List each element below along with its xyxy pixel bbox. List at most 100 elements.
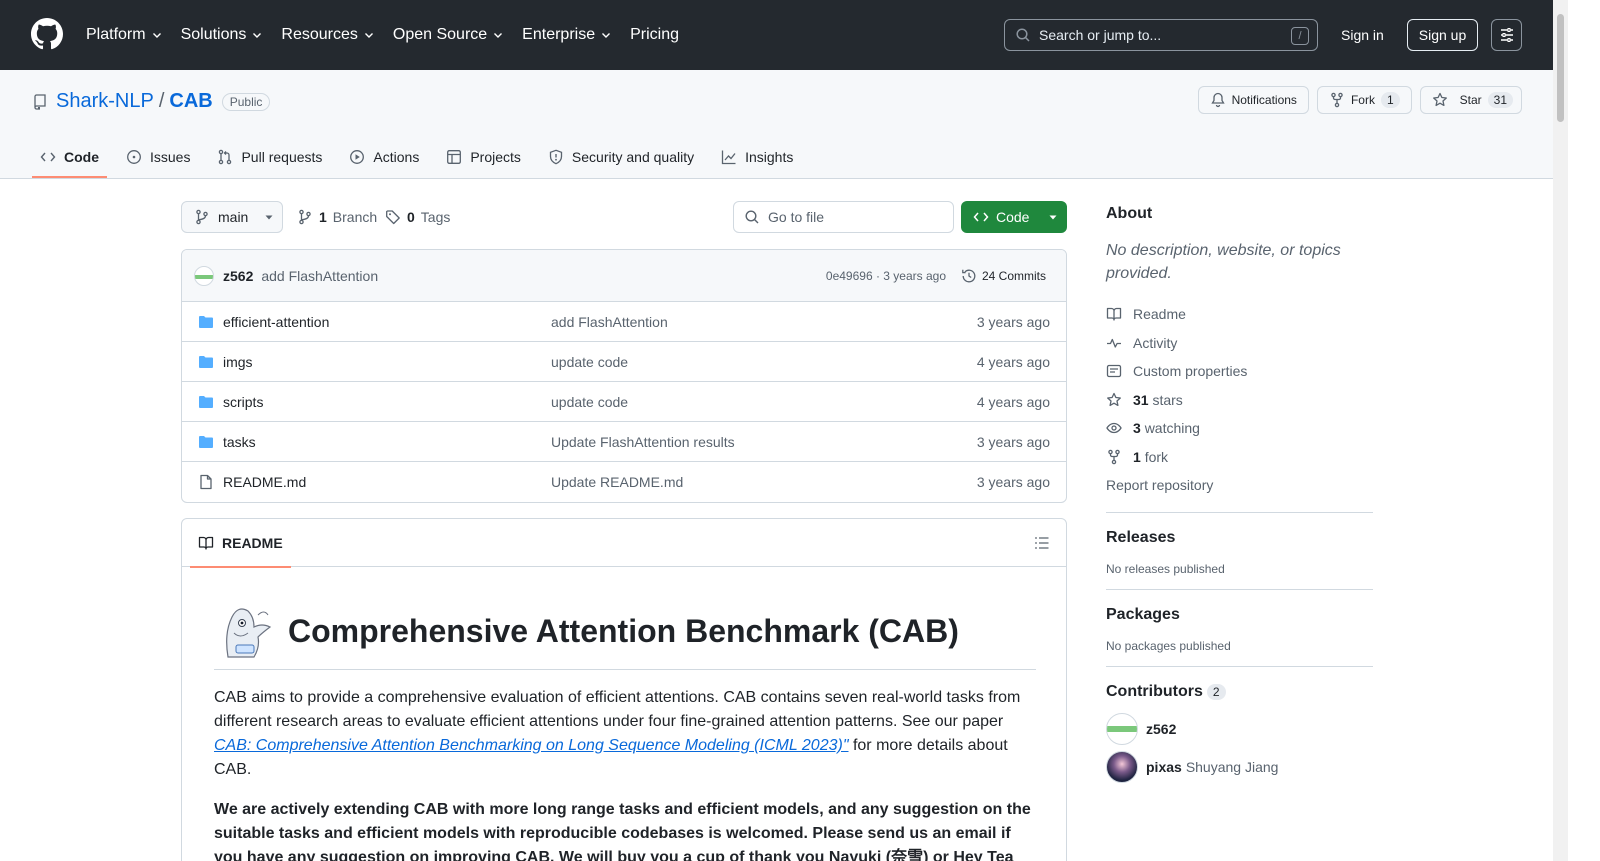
sign-up-button[interactable]: Sign up (1407, 19, 1478, 51)
note-icon (1106, 365, 1122, 378)
tab-pull-requests[interactable]: Pull requests (209, 136, 330, 178)
file-row[interactable]: scripts update code 4 years ago (182, 382, 1066, 422)
contributor-login[interactable]: z562 (1146, 721, 1176, 737)
go-to-file-input[interactable]: Go to file (733, 201, 954, 233)
history-icon (962, 269, 976, 282)
repo-path-separator: / (158, 90, 165, 112)
star-button[interactable]: Star 31 (1419, 86, 1522, 114)
file-name-link[interactable]: tasks (223, 434, 256, 450)
file-commit-message[interactable]: Update README.md (551, 474, 683, 490)
commit-hash-time[interactable]: 0e49696 · 3 years ago (826, 269, 946, 283)
avatar[interactable] (194, 265, 214, 286)
book-icon (1106, 308, 1122, 321)
avatar[interactable] (1106, 713, 1138, 745)
file-name-link[interactable]: scripts (223, 394, 263, 410)
branches-link[interactable]: 1 Branch (297, 201, 377, 233)
nav-platform[interactable]: Platform (86, 26, 163, 44)
divider (1106, 666, 1373, 667)
code-icon (973, 212, 989, 222)
contributor-item[interactable]: z562 (1106, 713, 1373, 745)
sidebar-item-custom-properties[interactable]: Custom properties (1106, 357, 1373, 386)
paper-link[interactable]: CAB: Comprehensive Attention Benchmarkin… (214, 737, 849, 754)
notifications-label: Notifications (1231, 93, 1297, 107)
commits-count-label: 24 Commits (981, 268, 1046, 283)
contributor-login[interactable]: pixas (1146, 759, 1182, 775)
nav-pricing[interactable]: Pricing (630, 26, 679, 44)
file-age: 4 years ago (976, 353, 1050, 370)
file-commit-message[interactable]: add FlashAttention (551, 314, 668, 330)
file-age: 4 years ago (976, 393, 1050, 410)
file-commit-message[interactable]: update code (551, 394, 628, 410)
commits-link[interactable]: 24 Commits (961, 268, 1046, 284)
file-row[interactable]: README.md Update README.md 3 years ago (182, 462, 1066, 502)
folder-icon (199, 435, 213, 448)
avatar[interactable] (1106, 751, 1138, 783)
file-row[interactable]: imgs update code 4 years ago (182, 342, 1066, 382)
fork-button[interactable]: Fork 1 (1316, 86, 1412, 114)
sidebar-item-forks[interactable]: 1 fork (1106, 443, 1373, 472)
repo-owner-link[interactable]: Shark-NLP (56, 90, 154, 113)
scrollbar-thumb[interactable] (1557, 14, 1564, 122)
report-repository-link[interactable]: Report repository (1106, 471, 1373, 499)
github-logo-icon[interactable] (31, 18, 63, 50)
tab-code[interactable]: Code (32, 136, 107, 178)
nav-enterprise[interactable]: Enterprise (522, 26, 612, 44)
commit-author-link[interactable]: z562 (223, 268, 253, 284)
global-nav: Platform Solutions Resources Open Source… (86, 0, 697, 70)
tab-projects[interactable]: Projects (438, 136, 529, 178)
nav-label: Platform (86, 26, 146, 43)
branch-select-button[interactable]: main (181, 201, 283, 233)
file-list: z562 add FlashAttention 0e49696 · 3 year… (181, 249, 1067, 503)
tags-link[interactable]: 0 Tags (385, 201, 450, 233)
menu-toggle-button[interactable] (1491, 19, 1522, 51)
sidebar-item-readme[interactable]: Readme (1106, 300, 1373, 329)
file-row[interactable]: tasks Update FlashAttention results 3 ye… (182, 422, 1066, 462)
file-name-link[interactable]: README.md (223, 474, 306, 490)
readme-tab[interactable]: README (190, 519, 291, 568)
sidebar-item-count: 31 (1133, 391, 1149, 408)
global-search-input[interactable]: Search or jump to... / (1004, 19, 1318, 51)
graph-icon (721, 150, 736, 165)
bell-icon (1210, 92, 1225, 108)
file-name-link[interactable]: imgs (223, 354, 253, 370)
file-name-link[interactable]: efficient-attention (223, 314, 329, 330)
nav-solutions[interactable]: Solutions (181, 26, 264, 44)
star-label: Star (1459, 93, 1482, 107)
file-commit-message[interactable]: Update FlashAttention results (551, 434, 735, 450)
page-scrollbar[interactable] (1553, 0, 1568, 861)
tab-security[interactable]: Security and quality (540, 136, 702, 178)
divider (1106, 589, 1373, 590)
file-commit-message[interactable]: update code (551, 354, 628, 370)
about-description: No description, website, or topics provi… (1106, 242, 1341, 282)
repo-name-link[interactable]: CAB (169, 90, 212, 113)
pull-request-icon (219, 149, 232, 165)
sidebar-item-stars[interactable]: 31 stars (1106, 386, 1373, 415)
tab-insights[interactable]: Insights (713, 136, 801, 178)
nav-resources[interactable]: Resources (281, 26, 374, 44)
contributors-heading-link[interactable]: Contributors 2 (1106, 683, 1373, 701)
nav-label: Pricing (630, 26, 679, 43)
chevron-down-icon (494, 33, 503, 38)
tab-issues[interactable]: Issues (118, 136, 198, 178)
releases-heading-link[interactable]: Releases (1106, 529, 1373, 547)
nav-open-source[interactable]: Open Source (393, 26, 504, 44)
star-icon (1107, 392, 1121, 406)
file-row[interactable]: efficient-attention add FlashAttention 3… (182, 302, 1066, 342)
contributor-item[interactable]: pixas Shuyang Jiang (1106, 751, 1373, 783)
packages-empty-text: No packages published (1106, 639, 1231, 653)
repo-sidebar: About No description, website, or topics… (1106, 201, 1373, 783)
sign-in-link[interactable]: Sign in (1341, 27, 1384, 43)
notifications-button[interactable]: Notifications (1197, 86, 1309, 114)
packages-heading-link[interactable]: Packages (1106, 606, 1373, 624)
sidebar-item-watching[interactable]: 3 watching (1106, 414, 1373, 443)
readme-panel: README Comprehensive Attention Benchmark… (181, 518, 1067, 861)
search-icon (1016, 28, 1030, 42)
list-outline-icon[interactable] (1034, 535, 1050, 551)
sidebar-item-activity[interactable]: Activity (1106, 329, 1373, 358)
code-dropdown-button[interactable]: Code (961, 201, 1067, 233)
nav-label: Resources (281, 26, 358, 43)
tab-actions[interactable]: Actions (341, 136, 427, 178)
commit-message-link[interactable]: add FlashAttention (261, 268, 378, 284)
divider (1106, 512, 1373, 513)
cab-mascot-image (226, 608, 272, 658)
